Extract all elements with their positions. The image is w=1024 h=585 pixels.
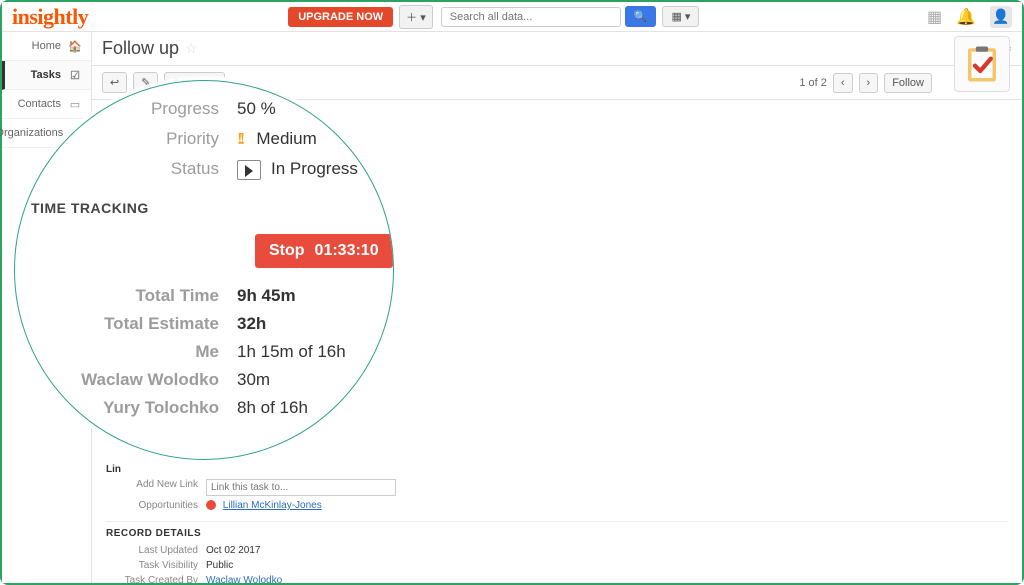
topbar-right: ▦ 🔔 👤 xyxy=(927,6,1012,28)
progress-label: Progress xyxy=(25,99,237,119)
brand-logo: insightly xyxy=(12,4,88,30)
page-header: Follow up ☆ 🖶 ⚙ xyxy=(92,32,1022,66)
apps-grid-button[interactable]: ▦ ▾ xyxy=(662,6,699,27)
priority-value: !!Medium xyxy=(237,129,317,149)
search-icon: 🔍 xyxy=(634,11,648,23)
priority-label: Priority xyxy=(25,129,237,149)
task-clipboard-badge xyxy=(954,36,1010,92)
record-detail-label: Task Created By xyxy=(106,575,206,583)
stop-button-label: Stop xyxy=(269,242,305,260)
search-input[interactable] xyxy=(450,11,612,23)
upgrade-button[interactable]: UPGRADE NOW xyxy=(288,7,393,27)
favorite-star-icon[interactable]: ☆ xyxy=(185,40,198,57)
sidebar-item-tasks[interactable]: Tasks ☑ xyxy=(2,61,91,90)
time-entry-label: Waclaw Wolodko xyxy=(25,370,237,390)
record-detail-link[interactable]: Waclaw Wolodko xyxy=(206,575,282,583)
time-entry-label: Me xyxy=(25,342,237,362)
calendar-icon[interactable]: ▦ xyxy=(927,7,942,27)
home-icon: 🏠 xyxy=(67,38,83,54)
record-detail-value: Oct 02 2017 xyxy=(206,545,260,556)
time-entry-value: 30m xyxy=(237,370,270,390)
sidebar-item-label: Tasks xyxy=(31,69,61,81)
total-time-value: 9h 45m xyxy=(237,286,296,306)
record-detail-value: Public xyxy=(206,560,233,571)
follow-button[interactable]: Follow xyxy=(884,73,932,93)
user-avatar[interactable]: 👤 xyxy=(990,6,1012,28)
time-tracking-heading: TIME TRACKING xyxy=(31,200,393,216)
time-entry-label: Yury Tolochko xyxy=(25,398,237,418)
time-entry-value: 1h 15m of 16h xyxy=(237,342,346,362)
status-label: Status xyxy=(25,159,237,179)
add-new-button[interactable]: ＋ ▾ xyxy=(399,5,433,29)
total-estimate-value: 32h xyxy=(237,314,266,334)
search-button[interactable]: 🔍 xyxy=(625,6,657,27)
search-input-wrap[interactable] xyxy=(441,7,621,27)
pager-text: 1 of 2 xyxy=(799,77,827,89)
progress-value: 50 % xyxy=(237,99,276,119)
status-value: In Progress xyxy=(237,159,358,180)
linked-heading-fragment: Lin xyxy=(106,464,206,475)
record-details-heading: RECORD DETAILS xyxy=(106,521,1008,539)
topbar: insightly UPGRADE NOW ＋ ▾ 🔍 ▦ ▾ ▦ 🔔 👤 xyxy=(2,2,1022,32)
sidebar-item-home[interactable]: Home 🏠 xyxy=(2,32,91,61)
add-new-link-label: Add New Link xyxy=(106,479,206,496)
priority-medium-icon: !! xyxy=(237,129,242,148)
link-task-input[interactable] xyxy=(206,479,396,496)
page-title: Follow up xyxy=(102,38,179,59)
timer-value: 01:33:10 xyxy=(315,242,379,260)
sidebar-item-label: Home xyxy=(32,40,61,52)
total-time-label: Total Time xyxy=(25,286,237,306)
notifications-icon[interactable]: 🔔 xyxy=(956,7,976,27)
pager-prev-button[interactable]: ‹ xyxy=(833,73,853,93)
focus-circle-overlay: Progress 50 % Priority !!Medium Status I… xyxy=(14,80,394,460)
record-detail-label: Last Updated xyxy=(106,545,206,556)
opportunities-label: Opportunities xyxy=(106,500,206,511)
tasks-icon: ☑ xyxy=(67,67,83,83)
play-icon xyxy=(237,160,261,180)
time-entry-value: 8h of 16h xyxy=(237,398,308,418)
clipboard-check-icon xyxy=(961,43,1003,85)
record-detail-label: Task Visibility xyxy=(106,560,206,571)
pager-next-button[interactable]: › xyxy=(859,73,879,93)
stop-timer-button[interactable]: Stop 01:33:10 xyxy=(255,234,393,268)
back-button[interactable]: ↩ xyxy=(102,72,127,93)
opportunity-link[interactable]: Lillian McKinlay-Jones xyxy=(223,500,322,511)
opportunity-status-dot-icon xyxy=(206,500,216,510)
total-estimate-label: Total Estimate xyxy=(25,314,237,334)
